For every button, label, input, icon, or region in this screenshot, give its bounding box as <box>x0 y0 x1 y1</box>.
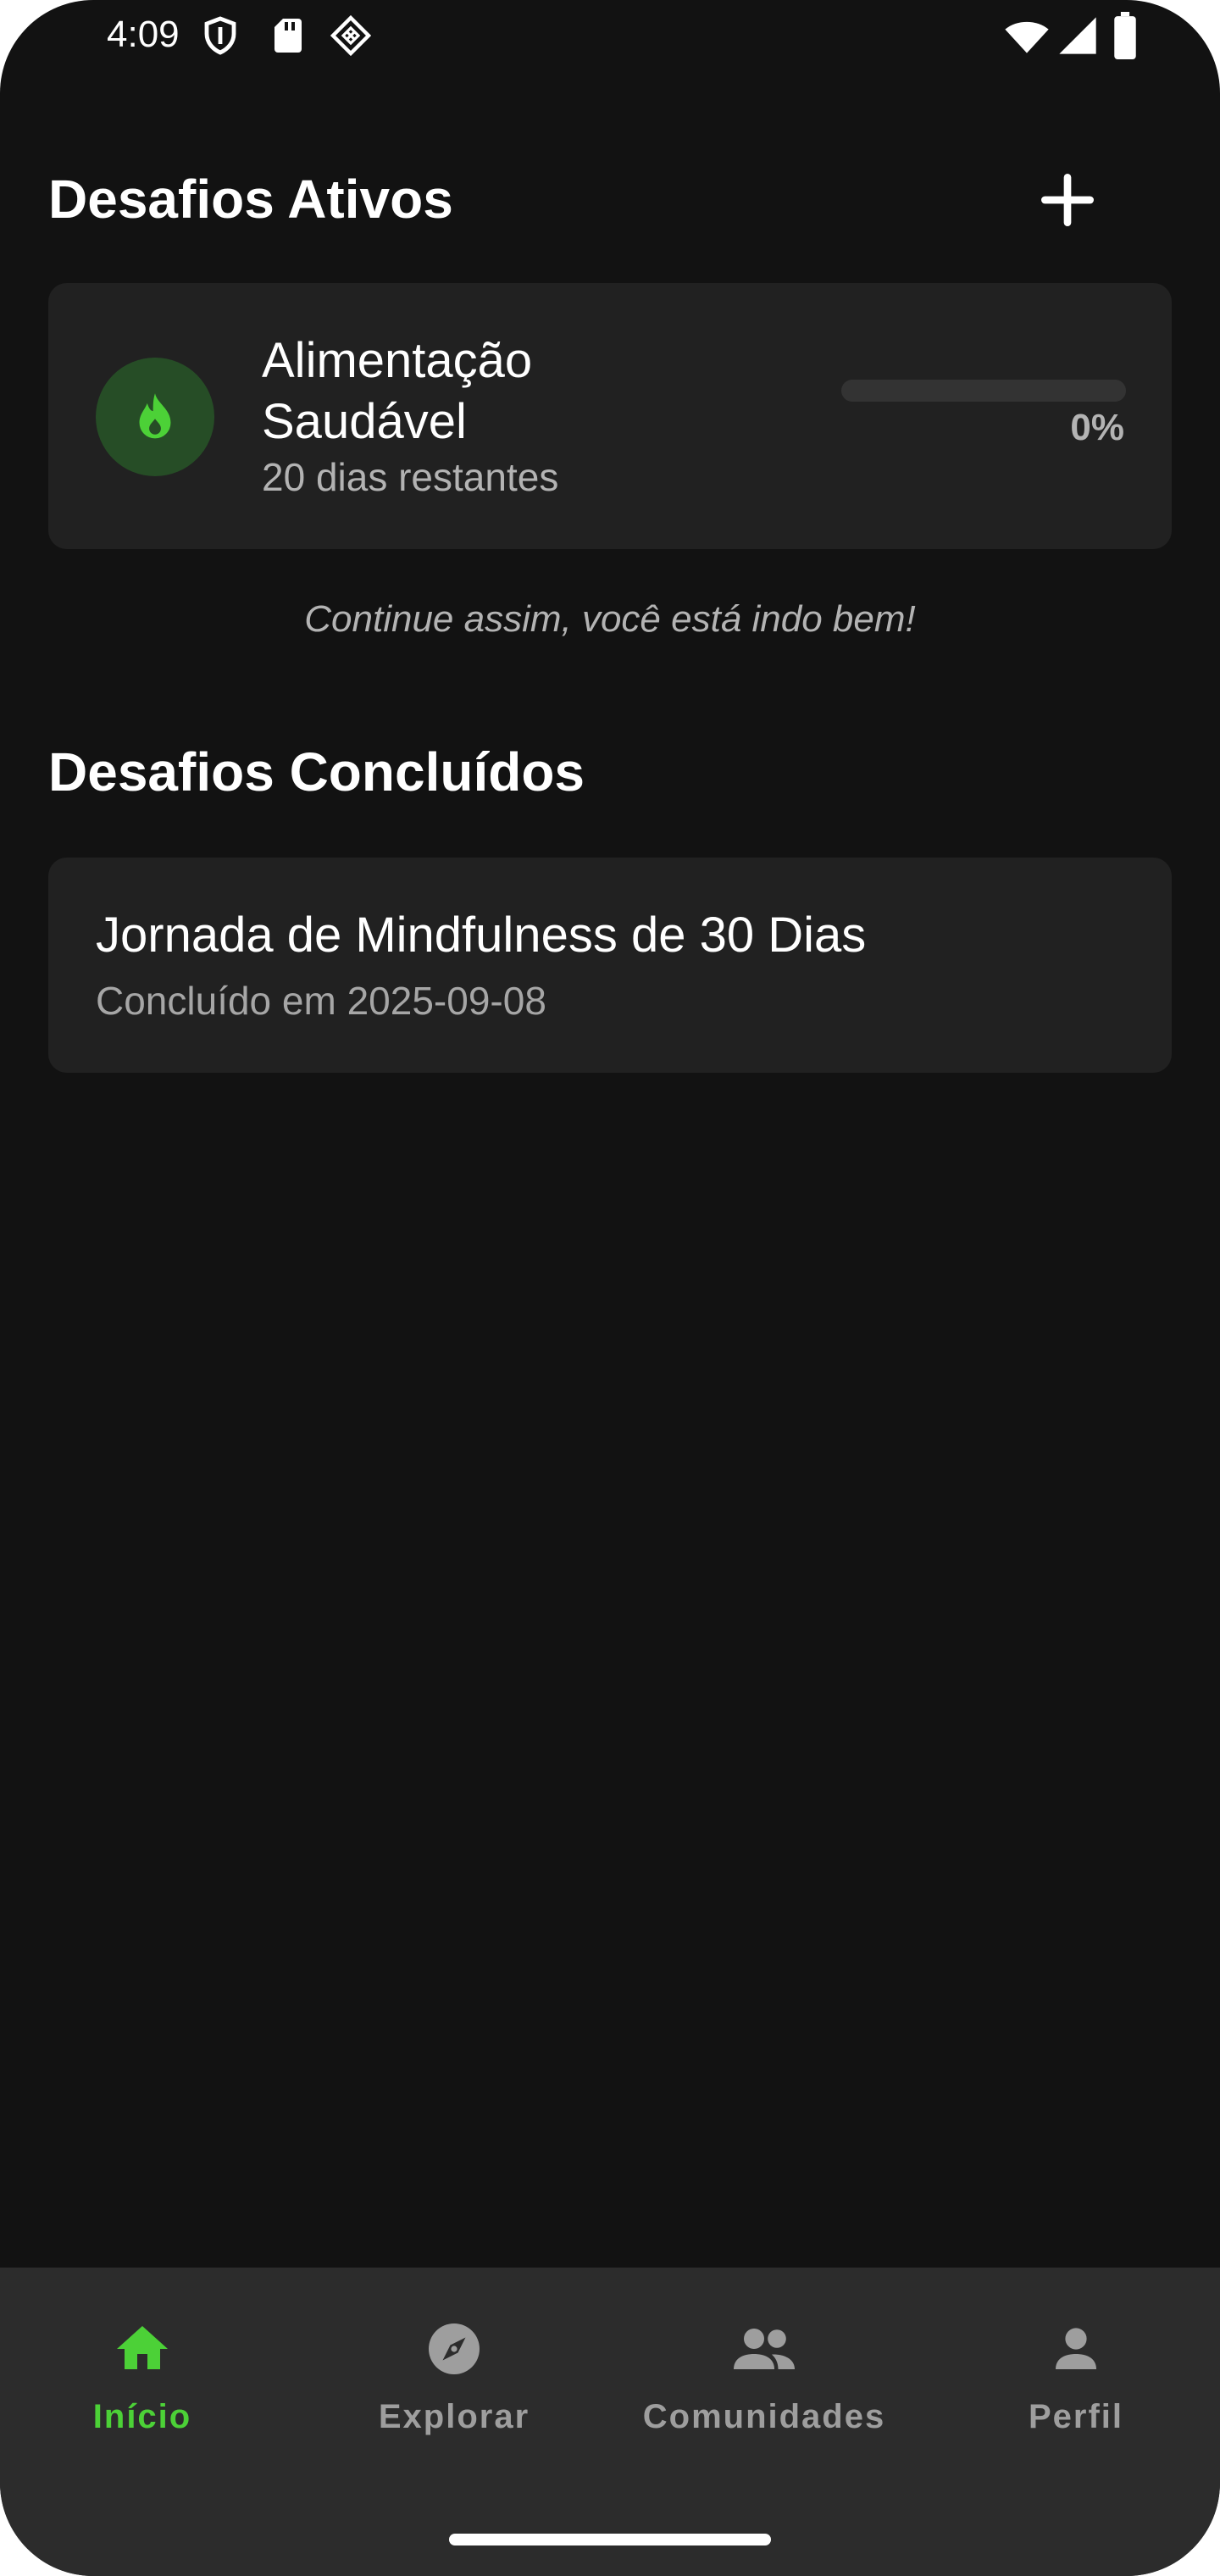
shield-icon <box>204 16 236 55</box>
gesture-home-indicator[interactable] <box>449 2534 771 2545</box>
challenge-progress-bar <box>841 380 1126 402</box>
nav-label-perfil: Perfil <box>1028 2398 1124 2435</box>
fire-icon <box>139 393 171 439</box>
active-challenges-title: Desafios Ativos <box>48 169 453 230</box>
person-icon <box>1056 2328 1096 2369</box>
people-icon <box>734 2329 795 2369</box>
diamond-app-icon <box>330 15 371 56</box>
plus-icon <box>1041 174 1094 226</box>
home-icon <box>117 2326 168 2369</box>
nav-item-inicio[interactable]: Início <box>0 2318 295 2488</box>
challenge-icon-badge <box>96 358 214 476</box>
nav-label-inicio: Início <box>92 2398 192 2435</box>
completed-challenge-name: Jornada de Mindfulness de 30 Dias <box>96 908 867 963</box>
nav-item-explorar[interactable]: Explorar <box>302 2318 607 2488</box>
bottom-navigation: Início Explorar Comunidades Perfil <box>0 2268 1220 2576</box>
add-challenge-button[interactable] <box>1034 166 1101 234</box>
motivation-message: Continue assim, você está indo bem! <box>304 598 916 640</box>
status-bar: 4:09 <box>0 0 1220 76</box>
completed-challenge-date: Concluído em 2025-09-08 <box>96 979 546 1023</box>
challenge-progress-percent: 0% <box>1070 407 1124 448</box>
compass-icon <box>429 2323 480 2374</box>
app-screen: 4:09 Desafios Ativos Alimentação Saudáve… <box>0 0 1220 2576</box>
completed-challenge-card[interactable]: Jornada de Mindfulness de 30 Dias Conclu… <box>48 858 1172 1073</box>
status-time: 4:09 <box>107 14 180 55</box>
wifi-icon <box>1005 21 1049 53</box>
nav-label-explorar: Explorar <box>378 2398 530 2435</box>
sd-card-icon <box>274 19 302 53</box>
nav-item-comunidades[interactable]: Comunidades <box>612 2318 917 2488</box>
battery-icon <box>1114 12 1136 59</box>
nav-item-perfil[interactable]: Perfil <box>923 2318 1220 2488</box>
active-challenge-card[interactable]: Alimentação Saudável 20 dias restantes 0… <box>48 283 1172 549</box>
challenge-name: Alimentação Saudável <box>262 333 533 449</box>
nav-label-comunidades: Comunidades <box>642 2398 886 2435</box>
challenge-remaining-days: 20 dias restantes <box>262 455 559 499</box>
signal-icon <box>1059 17 1096 54</box>
completed-challenges-title: Desafios Concluídos <box>48 741 585 802</box>
